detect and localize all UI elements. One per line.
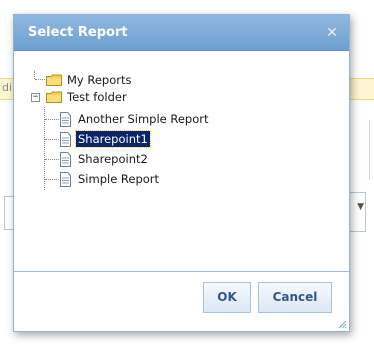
- close-icon[interactable]: ✕: [325, 26, 339, 40]
- folder-icon: [46, 74, 62, 86]
- tree-node-label: Another Simple Report: [78, 112, 209, 126]
- tree-node-my-reports[interactable]: My Reports: [46, 71, 134, 89]
- tree-connector: [45, 119, 59, 120]
- tree-node-label-selected: Sharepoint1: [75, 130, 151, 148]
- tree-node-label: Sharepoint2: [78, 152, 148, 166]
- tree-node-sharepoint1[interactable]: Sharepoint1: [59, 130, 151, 148]
- tree-node-sharepoint2[interactable]: Sharepoint2: [59, 150, 150, 168]
- tree-connector: [45, 159, 59, 160]
- tree-node-label: Test folder: [67, 90, 127, 104]
- cancel-button[interactable]: Cancel: [258, 282, 332, 313]
- tree-node-label: My Reports: [67, 73, 132, 87]
- report-tree: My Reports − Test folder Another Simple …: [14, 51, 349, 271]
- background-banner-right: [348, 78, 374, 100]
- background-text: di: [2, 81, 13, 94]
- tree-connector: [34, 71, 35, 79]
- select-report-dialog: Select Report ✕ My Reports − Test folder…: [13, 14, 350, 332]
- collapse-toggle[interactable]: −: [31, 93, 40, 102]
- tree-node-test-folder[interactable]: Test folder: [46, 88, 129, 106]
- tree-node-simple-report[interactable]: Simple Report: [59, 170, 161, 188]
- dialog-titlebar[interactable]: Select Report ✕: [14, 15, 349, 51]
- report-icon: [60, 171, 71, 187]
- tree-node-label: Simple Report: [78, 172, 160, 186]
- tree-connector: [45, 139, 59, 140]
- tree-node-another-simple-report[interactable]: Another Simple Report: [59, 110, 211, 128]
- report-icon: [60, 131, 71, 147]
- tree-connector: [45, 179, 59, 180]
- report-icon: [60, 151, 71, 167]
- chevron-down-icon[interactable]: ▼: [357, 202, 364, 212]
- ok-button[interactable]: OK: [203, 282, 251, 313]
- screen: di ▼ Select Report ✕ My Reports − Test f…: [0, 0, 374, 344]
- background-divider: [369, 120, 370, 180]
- footer-divider: [14, 271, 349, 272]
- report-icon: [60, 111, 71, 127]
- dialog-title: Select Report: [28, 25, 128, 40]
- folder-icon: [46, 91, 62, 103]
- resize-grip-icon[interactable]: [337, 319, 347, 329]
- tree-connector: [35, 79, 45, 80]
